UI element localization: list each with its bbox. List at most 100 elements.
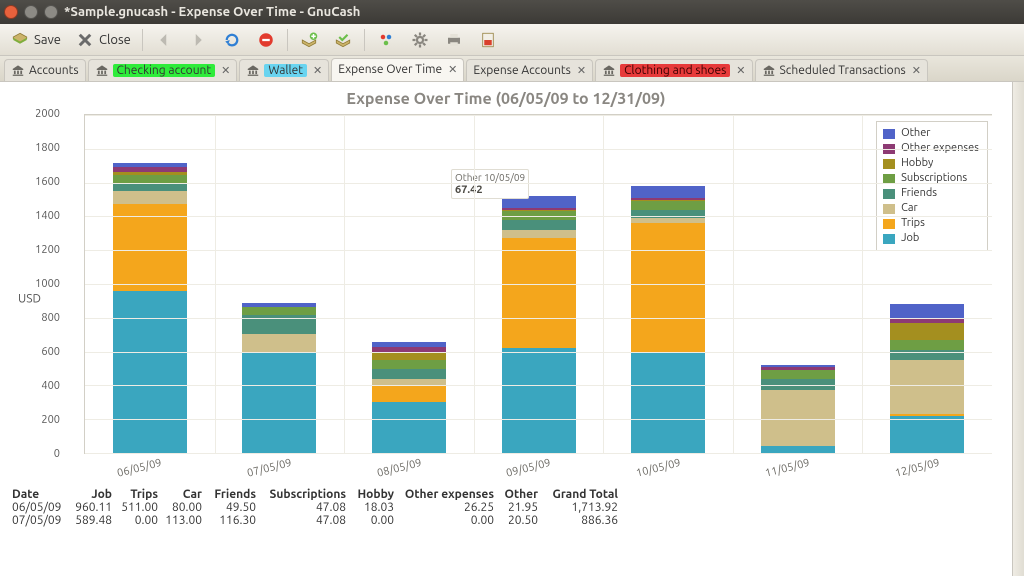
tab-close-icon[interactable]: ✕ (313, 64, 322, 77)
chart-title: Expense Over Time (06/05/09 to 12/31/09) (0, 90, 1012, 108)
bar-segment-job[interactable] (502, 348, 576, 453)
save-button[interactable]: Save (4, 28, 67, 52)
bar-segment-job[interactable] (761, 446, 835, 453)
th-friends: Friends (206, 488, 260, 501)
window-maximize-button[interactable] (44, 5, 58, 19)
bar-segment-car[interactable] (113, 191, 187, 205)
th-trips: Trips (116, 488, 162, 501)
y-tick-label: 1600 (35, 176, 60, 188)
table-header-row: Date Job Trips Car Friends Subscriptions… (12, 488, 1004, 501)
th-car: Car (162, 488, 206, 501)
bar-segment-job[interactable] (372, 402, 446, 453)
tab-scheduled-transactions[interactable]: Scheduled Transactions ✕ (755, 59, 928, 81)
y-axis: 0200400600800100012001400160018002000 (18, 114, 64, 454)
stop-button[interactable] (250, 28, 282, 52)
bar-segment-trips[interactable] (502, 238, 576, 348)
legend-item[interactable]: Car (883, 201, 979, 216)
tab-close-icon[interactable]: ✕ (221, 64, 230, 77)
tab-wallet[interactable]: Wallet ✕ (239, 59, 329, 81)
window-minimize-button[interactable] (24, 5, 38, 19)
reload-button[interactable] (216, 28, 248, 52)
bar-segment-job[interactable] (242, 353, 316, 453)
settings-button[interactable] (404, 28, 436, 52)
th-date: Date (12, 488, 68, 501)
x-tick-label: 07/05/09 (246, 457, 293, 480)
bar-segment-job[interactable] (113, 291, 187, 453)
window-close-button[interactable] (4, 5, 18, 19)
bar-segment-subscriptions[interactable] (113, 175, 187, 183)
bar-segment-other[interactable] (631, 186, 705, 197)
bar-segment-other[interactable] (890, 304, 964, 318)
close-button[interactable]: Close (69, 28, 137, 52)
legend-item[interactable]: Other (883, 126, 979, 141)
bar-segment-job[interactable] (631, 353, 705, 453)
bar-segment-subscriptions[interactable] (761, 370, 835, 378)
legend-item[interactable]: Hobby (883, 156, 979, 171)
th-grandtotal: Grand Total (542, 488, 622, 501)
bar-segment-other[interactable] (502, 196, 576, 208)
nav-forward-button[interactable] (182, 28, 214, 52)
bar-column[interactable] (113, 163, 187, 453)
vertical-scrollbar[interactable] (1012, 82, 1024, 576)
legend-item[interactable]: Job (883, 231, 979, 246)
tab-close-icon[interactable]: ✕ (448, 63, 457, 76)
tab-expense-over-time[interactable]: Expense Over Time ✕ (331, 58, 464, 81)
legend-item[interactable]: Trips (883, 216, 979, 231)
bar-segment-car[interactable] (242, 334, 316, 353)
plot-area[interactable]: Other 10/05/09 67.42 OtherOther expenses… (84, 114, 992, 454)
x-tick-label: 10/05/09 (635, 457, 682, 480)
bar-segment-job[interactable] (890, 416, 964, 453)
tab-accounts[interactable]: Accounts (4, 59, 86, 81)
legend-item[interactable]: Friends (883, 186, 979, 201)
legend-label: Job (901, 231, 919, 246)
bar-segment-friends[interactable] (502, 220, 576, 230)
save-icon (10, 30, 30, 50)
bar-column[interactable] (761, 365, 835, 453)
bar-segment-subscriptions[interactable] (372, 360, 446, 368)
x-tick-label: 06/05/09 (116, 457, 163, 480)
export-pdf-button[interactable] (472, 28, 504, 52)
legend-swatch (883, 129, 895, 139)
bank-icon (602, 63, 616, 77)
tab-close-icon[interactable]: ✕ (912, 64, 921, 77)
bar-segment-subscriptions[interactable] (890, 340, 964, 350)
report-options-button[interactable] (370, 28, 402, 52)
x-tick-label: 11/05/09 (764, 457, 811, 480)
bar-segment-friends[interactable] (372, 369, 446, 379)
bar-column[interactable] (631, 186, 705, 453)
legend-swatch (883, 159, 895, 169)
bar-segment-subscriptions[interactable] (631, 201, 705, 209)
bank-icon (762, 63, 776, 77)
bar-segment-car[interactable] (502, 230, 576, 238)
legend-item[interactable]: Subscriptions (883, 171, 979, 186)
tab-clothing-and-shoes[interactable]: Clothing and shoes ✕ (595, 59, 752, 81)
main-toolbar: Save Close (0, 24, 1024, 56)
print-button[interactable] (438, 28, 470, 52)
bar-segment-hobby[interactable] (372, 353, 446, 360)
save-report-button[interactable] (327, 28, 359, 52)
x-tick-label: 12/05/09 (894, 457, 941, 480)
bar-column[interactable] (502, 196, 576, 453)
bar-segment-trips[interactable] (372, 385, 446, 402)
bank-icon (11, 63, 25, 77)
close-label: Close (99, 33, 131, 47)
tab-expense-accounts[interactable]: Expense Accounts ✕ (466, 59, 593, 81)
y-tick-label: 2000 (35, 108, 60, 120)
bar-segment-friends[interactable] (113, 183, 187, 191)
bar-segment-car[interactable] (890, 360, 964, 414)
bar-column[interactable] (372, 342, 446, 453)
add-report-button[interactable] (293, 28, 325, 52)
legend-label: Trips (901, 216, 925, 231)
tab-checking-account[interactable]: Checking account ✕ (88, 59, 238, 81)
bar-segment-trips[interactable] (631, 223, 705, 353)
bar-segment-hobby[interactable] (890, 323, 964, 340)
bar-column[interactable] (890, 304, 964, 453)
bar-segment-subscriptions[interactable] (242, 307, 316, 315)
bar-column[interactable] (242, 303, 316, 453)
nav-back-button[interactable] (148, 28, 180, 52)
tab-close-icon[interactable]: ✕ (736, 64, 745, 77)
gear-icon (410, 30, 430, 50)
stop-icon (256, 30, 276, 50)
tab-close-icon[interactable]: ✕ (577, 64, 586, 77)
tab-label: Expense Accounts (473, 64, 571, 77)
